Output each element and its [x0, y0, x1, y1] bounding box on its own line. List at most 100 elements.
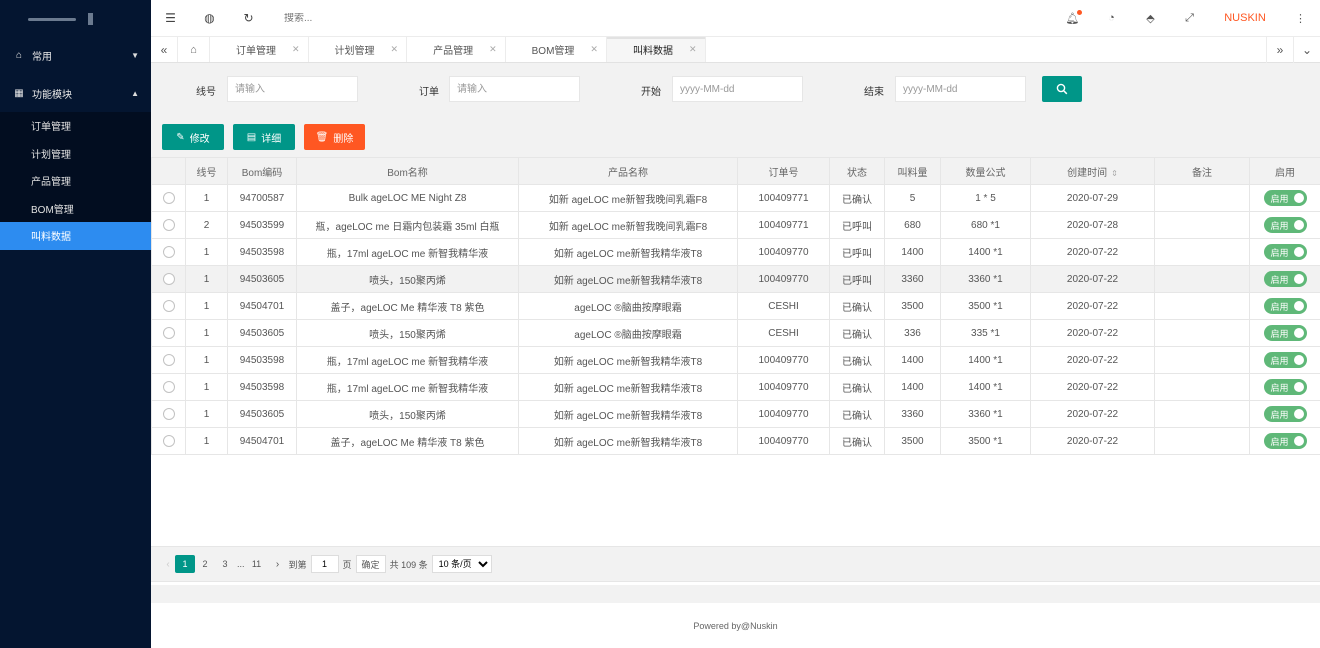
enable-switch[interactable]: 启用: [1263, 298, 1307, 314]
delete-button[interactable]: 🗑︎ 删除: [304, 124, 365, 150]
menu-group-common[interactable]: ⌂ 常用 ▼: [0, 36, 151, 74]
table-row[interactable]: 1 94503605 喷头，150聚丙烯 如新 ageLOC me新智我精华液T8 10…: [151, 265, 1320, 293]
globe-icon[interactable]: ◍: [190, 11, 229, 25]
header-remark[interactable]: 备注: [1154, 157, 1250, 185]
tab-material-call[interactable]: 叫料数据 ✕: [606, 37, 706, 62]
row-radio[interactable]: [162, 381, 175, 393]
sidebar-item-plans[interactable]: 计划管理: [0, 140, 151, 168]
header-status[interactable]: 状态: [829, 157, 885, 185]
page-2[interactable]: 2: [195, 555, 215, 573]
table-row[interactable]: 1 94503605 喷头，150聚丙烯 如新 ageLOC me新智我精华液T8 10…: [151, 400, 1320, 428]
cell-select[interactable]: [151, 346, 186, 374]
header-enabled[interactable]: 启用: [1249, 157, 1320, 185]
sidebar-item-products[interactable]: 产品管理: [0, 167, 151, 195]
row-radio[interactable]: [162, 300, 175, 312]
tag-icon[interactable]: ⬘: [1131, 12, 1170, 25]
row-radio[interactable]: [162, 246, 175, 258]
fullscreen-icon[interactable]: ⤢: [1170, 12, 1209, 25]
start-date-input[interactable]: [672, 76, 803, 102]
sort-icon[interactable]: ⇕: [1111, 169, 1118, 178]
cell-select[interactable]: [151, 184, 186, 212]
cell-select[interactable]: [151, 211, 186, 239]
tab-orders[interactable]: 订单管理 ✕: [210, 37, 309, 62]
table-row[interactable]: 1 94503598 瓶，17ml ageLOC me 新智我精华液 如新 ageLO…: [151, 373, 1320, 401]
header-formula[interactable]: 数量公式: [940, 157, 1031, 185]
table-row[interactable]: 1 94504701 盖子，ageLOC Me 精华液 T8 紫色 ageLOC ®脑…: [151, 292, 1320, 320]
table-row[interactable]: 1 94503605 喷头，150聚丙烯 ageLOC ®脑曲按摩眼霜 CESHI 已确认…: [151, 319, 1320, 347]
header-bom-code[interactable]: Bom编码: [227, 157, 297, 185]
header-line[interactable]: 线号: [185, 157, 228, 185]
table-row[interactable]: 2 94503599 瓶，ageLOC me 日霜内包装霜 35ml 白瓶 如新 ag…: [151, 211, 1320, 239]
close-icon[interactable]: ✕: [292, 44, 300, 55]
cell-select[interactable]: [151, 400, 186, 428]
home-tab-icon[interactable]: ⌂: [178, 37, 210, 62]
cell-select[interactable]: [151, 319, 186, 347]
edit-button[interactable]: ✎ 修改: [162, 124, 224, 150]
next-page-icon[interactable]: ›: [271, 559, 285, 570]
sidebar-item-orders[interactable]: 订单管理: [0, 112, 151, 140]
enable-switch[interactable]: 启用: [1263, 433, 1307, 449]
close-icon[interactable]: ✕: [391, 44, 399, 55]
table-row[interactable]: 1 94503598 瓶，17ml ageLOC me 新智我精华液 如新 ageLO…: [151, 238, 1320, 266]
row-radio[interactable]: [162, 354, 175, 366]
cell-select[interactable]: [151, 292, 186, 320]
close-icon[interactable]: ✕: [590, 44, 598, 55]
menu-group-modules[interactable]: ▦ 功能模块 ▲: [0, 74, 151, 112]
page-last[interactable]: 11: [247, 555, 267, 573]
row-radio[interactable]: [162, 192, 175, 204]
search-button[interactable]: [1042, 76, 1082, 102]
tabs-scroll-left-icon[interactable]: «: [151, 37, 178, 62]
search-input[interactable]: [284, 12, 484, 24]
header-order-no[interactable]: 订单号: [737, 157, 830, 185]
tab-plans[interactable]: 计划管理 ✕: [309, 37, 408, 62]
enable-switch[interactable]: 启用: [1263, 244, 1307, 260]
enable-switch[interactable]: 启用: [1263, 352, 1307, 368]
enable-switch[interactable]: 启用: [1263, 190, 1307, 206]
enable-switch[interactable]: 启用: [1263, 325, 1307, 341]
header-bom-name[interactable]: Bom名称: [296, 157, 519, 185]
page-size-select[interactable]: 10 条/页: [431, 555, 492, 573]
close-icon[interactable]: ✕: [689, 44, 697, 55]
menu-toggle-icon[interactable]: ☰: [151, 11, 190, 25]
header-created[interactable]: 创建时间 ⇕: [1030, 157, 1155, 185]
header-qty[interactable]: 叫料量: [884, 157, 941, 185]
detail-button[interactable]: ▤ 详细: [233, 124, 295, 150]
goto-page-input[interactable]: [310, 555, 339, 573]
row-radio[interactable]: [162, 408, 175, 420]
tab-products[interactable]: 产品管理 ✕: [407, 37, 506, 62]
tabs-scroll-right-icon[interactable]: »: [1266, 37, 1293, 63]
tab-bom[interactable]: BOM管理 ✕: [506, 37, 607, 62]
sidebar-item-material-call[interactable]: 叫料数据: [0, 222, 151, 250]
table-row[interactable]: 1 94700587 Bulk ageLOC ME Night Z8 如新 ageLO…: [151, 184, 1320, 212]
theme-icon[interactable]: ◔: [1092, 12, 1131, 24]
cell-select[interactable]: [151, 373, 186, 401]
table-row[interactable]: 1 94504701 盖子，ageLOC Me 精华液 T8 紫色 如新 ageLOC…: [151, 427, 1320, 455]
table-row[interactable]: 1 94503598 瓶，17ml ageLOC me 新智我精华液 如新 ageLO…: [151, 346, 1320, 374]
row-radio[interactable]: [162, 327, 175, 339]
line-input[interactable]: [227, 76, 358, 102]
row-radio[interactable]: [162, 273, 175, 285]
brand-name[interactable]: NUSKIN: [1209, 12, 1281, 24]
enable-switch[interactable]: 启用: [1263, 271, 1307, 287]
bell-icon[interactable]: 🔔︎: [1053, 9, 1092, 25]
enable-switch[interactable]: 启用: [1263, 217, 1307, 233]
goto-confirm-button[interactable]: 确定: [355, 555, 386, 573]
tabs-dropdown-icon[interactable]: ⌄: [1293, 37, 1320, 63]
page-1[interactable]: 1: [175, 555, 195, 573]
cell-select[interactable]: [151, 265, 186, 293]
row-radio[interactable]: [162, 219, 175, 231]
close-icon[interactable]: ✕: [489, 44, 497, 55]
more-icon[interactable]: ⋮: [1281, 12, 1320, 25]
sidebar-item-bom[interactable]: BOM管理: [0, 195, 151, 223]
enable-switch[interactable]: 启用: [1263, 379, 1307, 395]
prev-page-icon[interactable]: ‹: [161, 559, 175, 570]
cell-select[interactable]: [151, 238, 186, 266]
row-radio[interactable]: [162, 435, 175, 447]
page-3[interactable]: 3: [215, 555, 235, 573]
cell-select[interactable]: [151, 427, 186, 455]
header-product-name[interactable]: 产品名称: [518, 157, 738, 185]
refresh-icon[interactable]: ↻: [229, 11, 268, 25]
end-date-input[interactable]: [895, 76, 1026, 102]
enable-switch[interactable]: 启用: [1263, 406, 1307, 422]
order-input[interactable]: [449, 76, 580, 102]
